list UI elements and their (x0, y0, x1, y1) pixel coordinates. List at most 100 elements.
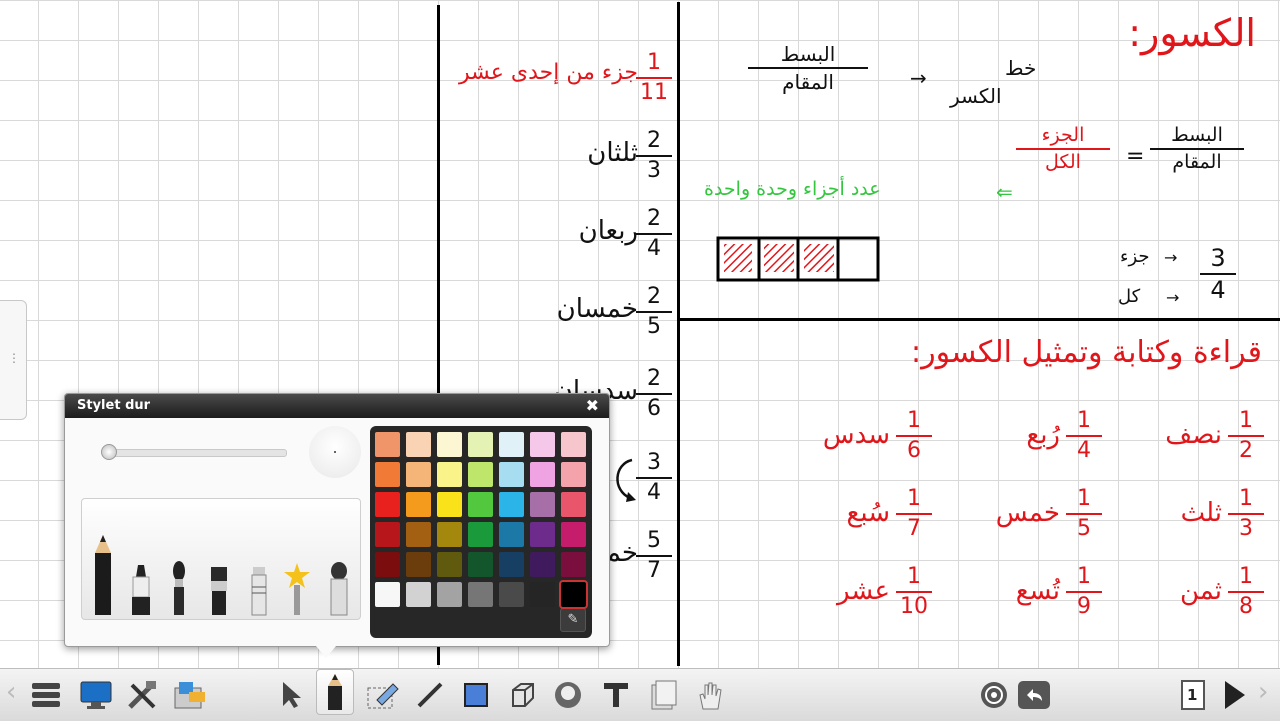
grip-icon: ⋮ (8, 351, 20, 365)
fraction-bar (1228, 513, 1264, 515)
example-fraction: 3 4 (1200, 246, 1236, 302)
3d-shape-button[interactable] (504, 677, 540, 713)
color-swatch[interactable] (437, 582, 462, 607)
color-swatch[interactable] (375, 462, 400, 487)
page-counter[interactable]: 1 (1176, 677, 1212, 713)
fraction-name: ثمن (1179, 576, 1222, 606)
color-swatch[interactable] (468, 522, 493, 547)
eraser-pen-tool-icon[interactable] (326, 561, 352, 617)
target-button[interactable] (976, 677, 1012, 713)
fraction-bar (896, 435, 932, 437)
color-swatch[interactable] (468, 492, 493, 517)
spotlight-button[interactable] (550, 677, 586, 713)
middle-fraction-name: جزء من إحدى عشر (459, 60, 638, 85)
color-swatch[interactable] (437, 432, 462, 457)
middle-fraction: 26 (636, 368, 672, 420)
color-swatch[interactable] (499, 522, 524, 547)
color-swatch[interactable] (561, 552, 586, 577)
side-panel-tab[interactable]: ⋮ (0, 300, 27, 420)
color-swatch[interactable] (375, 552, 400, 577)
color-swatch[interactable] (530, 522, 555, 547)
green-arrow: ⇐ (996, 180, 1013, 204)
unit-fraction: 1 10 (896, 566, 932, 618)
color-swatch[interactable] (559, 580, 588, 609)
fraction-line-label-top: خط (1005, 56, 1037, 80)
fraction-numerator: 5 (647, 528, 661, 553)
arrow-to-fraction-line: → (910, 66, 927, 90)
pencil-tool-icon[interactable] (90, 533, 116, 617)
color-swatch[interactable] (468, 462, 493, 487)
pen-tool-button[interactable] (316, 669, 354, 715)
color-swatch[interactable] (530, 492, 555, 517)
color-swatch[interactable] (499, 582, 524, 607)
color-swatch[interactable] (375, 432, 400, 457)
marker-tool-icon[interactable] (128, 563, 154, 617)
color-swatch[interactable] (530, 552, 555, 577)
magic-pen-tool-icon[interactable] (282, 561, 312, 617)
color-swatch[interactable] (530, 462, 555, 487)
whole-label: الكل (1045, 151, 1081, 173)
toolbar-scroll-left-icon[interactable]: ‹ (6, 677, 16, 707)
color-swatch[interactable] (561, 462, 586, 487)
color-swatch[interactable] (437, 522, 462, 547)
pen-size-slider-handle[interactable] (101, 444, 117, 460)
color-swatch[interactable] (499, 552, 524, 577)
middle-fraction: 24 (636, 208, 672, 260)
color-swatch[interactable] (375, 522, 400, 547)
color-swatch[interactable] (406, 492, 431, 517)
color-swatch[interactable] (406, 582, 431, 607)
color-swatch[interactable] (406, 552, 431, 577)
color-swatch[interactable] (530, 432, 555, 457)
eyedropper-icon[interactable]: ✎ (560, 608, 586, 632)
color-swatch[interactable] (406, 432, 431, 457)
color-swatch[interactable] (437, 462, 462, 487)
pen-properties-panel: Stylet dur ✖ ✎ (64, 393, 610, 647)
example-whole-label: كل (1118, 286, 1141, 307)
color-swatch[interactable] (530, 582, 555, 607)
middle-fraction: 34 (636, 452, 672, 504)
brush-tool-icon[interactable] (166, 561, 192, 617)
undo-button[interactable] (1016, 677, 1052, 713)
fraction-denominator: 3 (647, 158, 661, 183)
text-tool-button[interactable] (598, 677, 634, 713)
pen-size-slider[interactable] (105, 449, 287, 457)
resources-button[interactable] (172, 677, 208, 713)
select-tool-button[interactable] (274, 677, 310, 713)
color-swatch[interactable] (499, 432, 524, 457)
desktop-mode-button[interactable] (78, 677, 114, 713)
color-swatch[interactable] (375, 492, 400, 517)
color-swatch[interactable] (499, 462, 524, 487)
color-swatch[interactable] (437, 492, 462, 517)
color-swatch[interactable] (406, 522, 431, 547)
color-swatch[interactable] (561, 492, 586, 517)
color-swatch[interactable] (468, 582, 493, 607)
eraser-tool-button[interactable] (364, 677, 400, 713)
tools-button[interactable] (124, 677, 160, 713)
toolbar-scroll-right-icon[interactable]: › (1258, 677, 1268, 707)
flat-brush-tool-icon[interactable] (206, 565, 232, 617)
menu-button[interactable] (28, 677, 64, 713)
color-swatch[interactable] (468, 432, 493, 457)
example-part-label: جزء (1120, 246, 1150, 267)
color-swatch[interactable] (406, 462, 431, 487)
next-page-button[interactable] (1216, 677, 1252, 713)
note-tool-button[interactable] (646, 677, 682, 713)
line-tool-button[interactable] (412, 677, 448, 713)
close-icon[interactable]: ✖ (586, 394, 599, 418)
fraction-name: عشر (836, 576, 890, 606)
bottom-toolbar: ‹ 1 › (0, 668, 1280, 721)
board-title: الكسور: (1128, 11, 1256, 55)
unit-fraction: 14 (1066, 410, 1102, 462)
color-swatch[interactable] (499, 492, 524, 517)
fraction-numerator: 1 (907, 408, 921, 433)
shape-tool-button[interactable] (458, 677, 494, 713)
fraction-denominator: 6 (647, 396, 661, 421)
hand-tool-button[interactable] (692, 677, 728, 713)
middle-fraction: 1 11 (636, 52, 672, 104)
color-swatch[interactable] (437, 552, 462, 577)
highlighter-tool-icon[interactable] (246, 565, 272, 617)
color-swatch[interactable] (468, 552, 493, 577)
color-swatch[interactable] (561, 432, 586, 457)
color-swatch[interactable] (375, 582, 400, 607)
color-swatch[interactable] (561, 522, 586, 547)
